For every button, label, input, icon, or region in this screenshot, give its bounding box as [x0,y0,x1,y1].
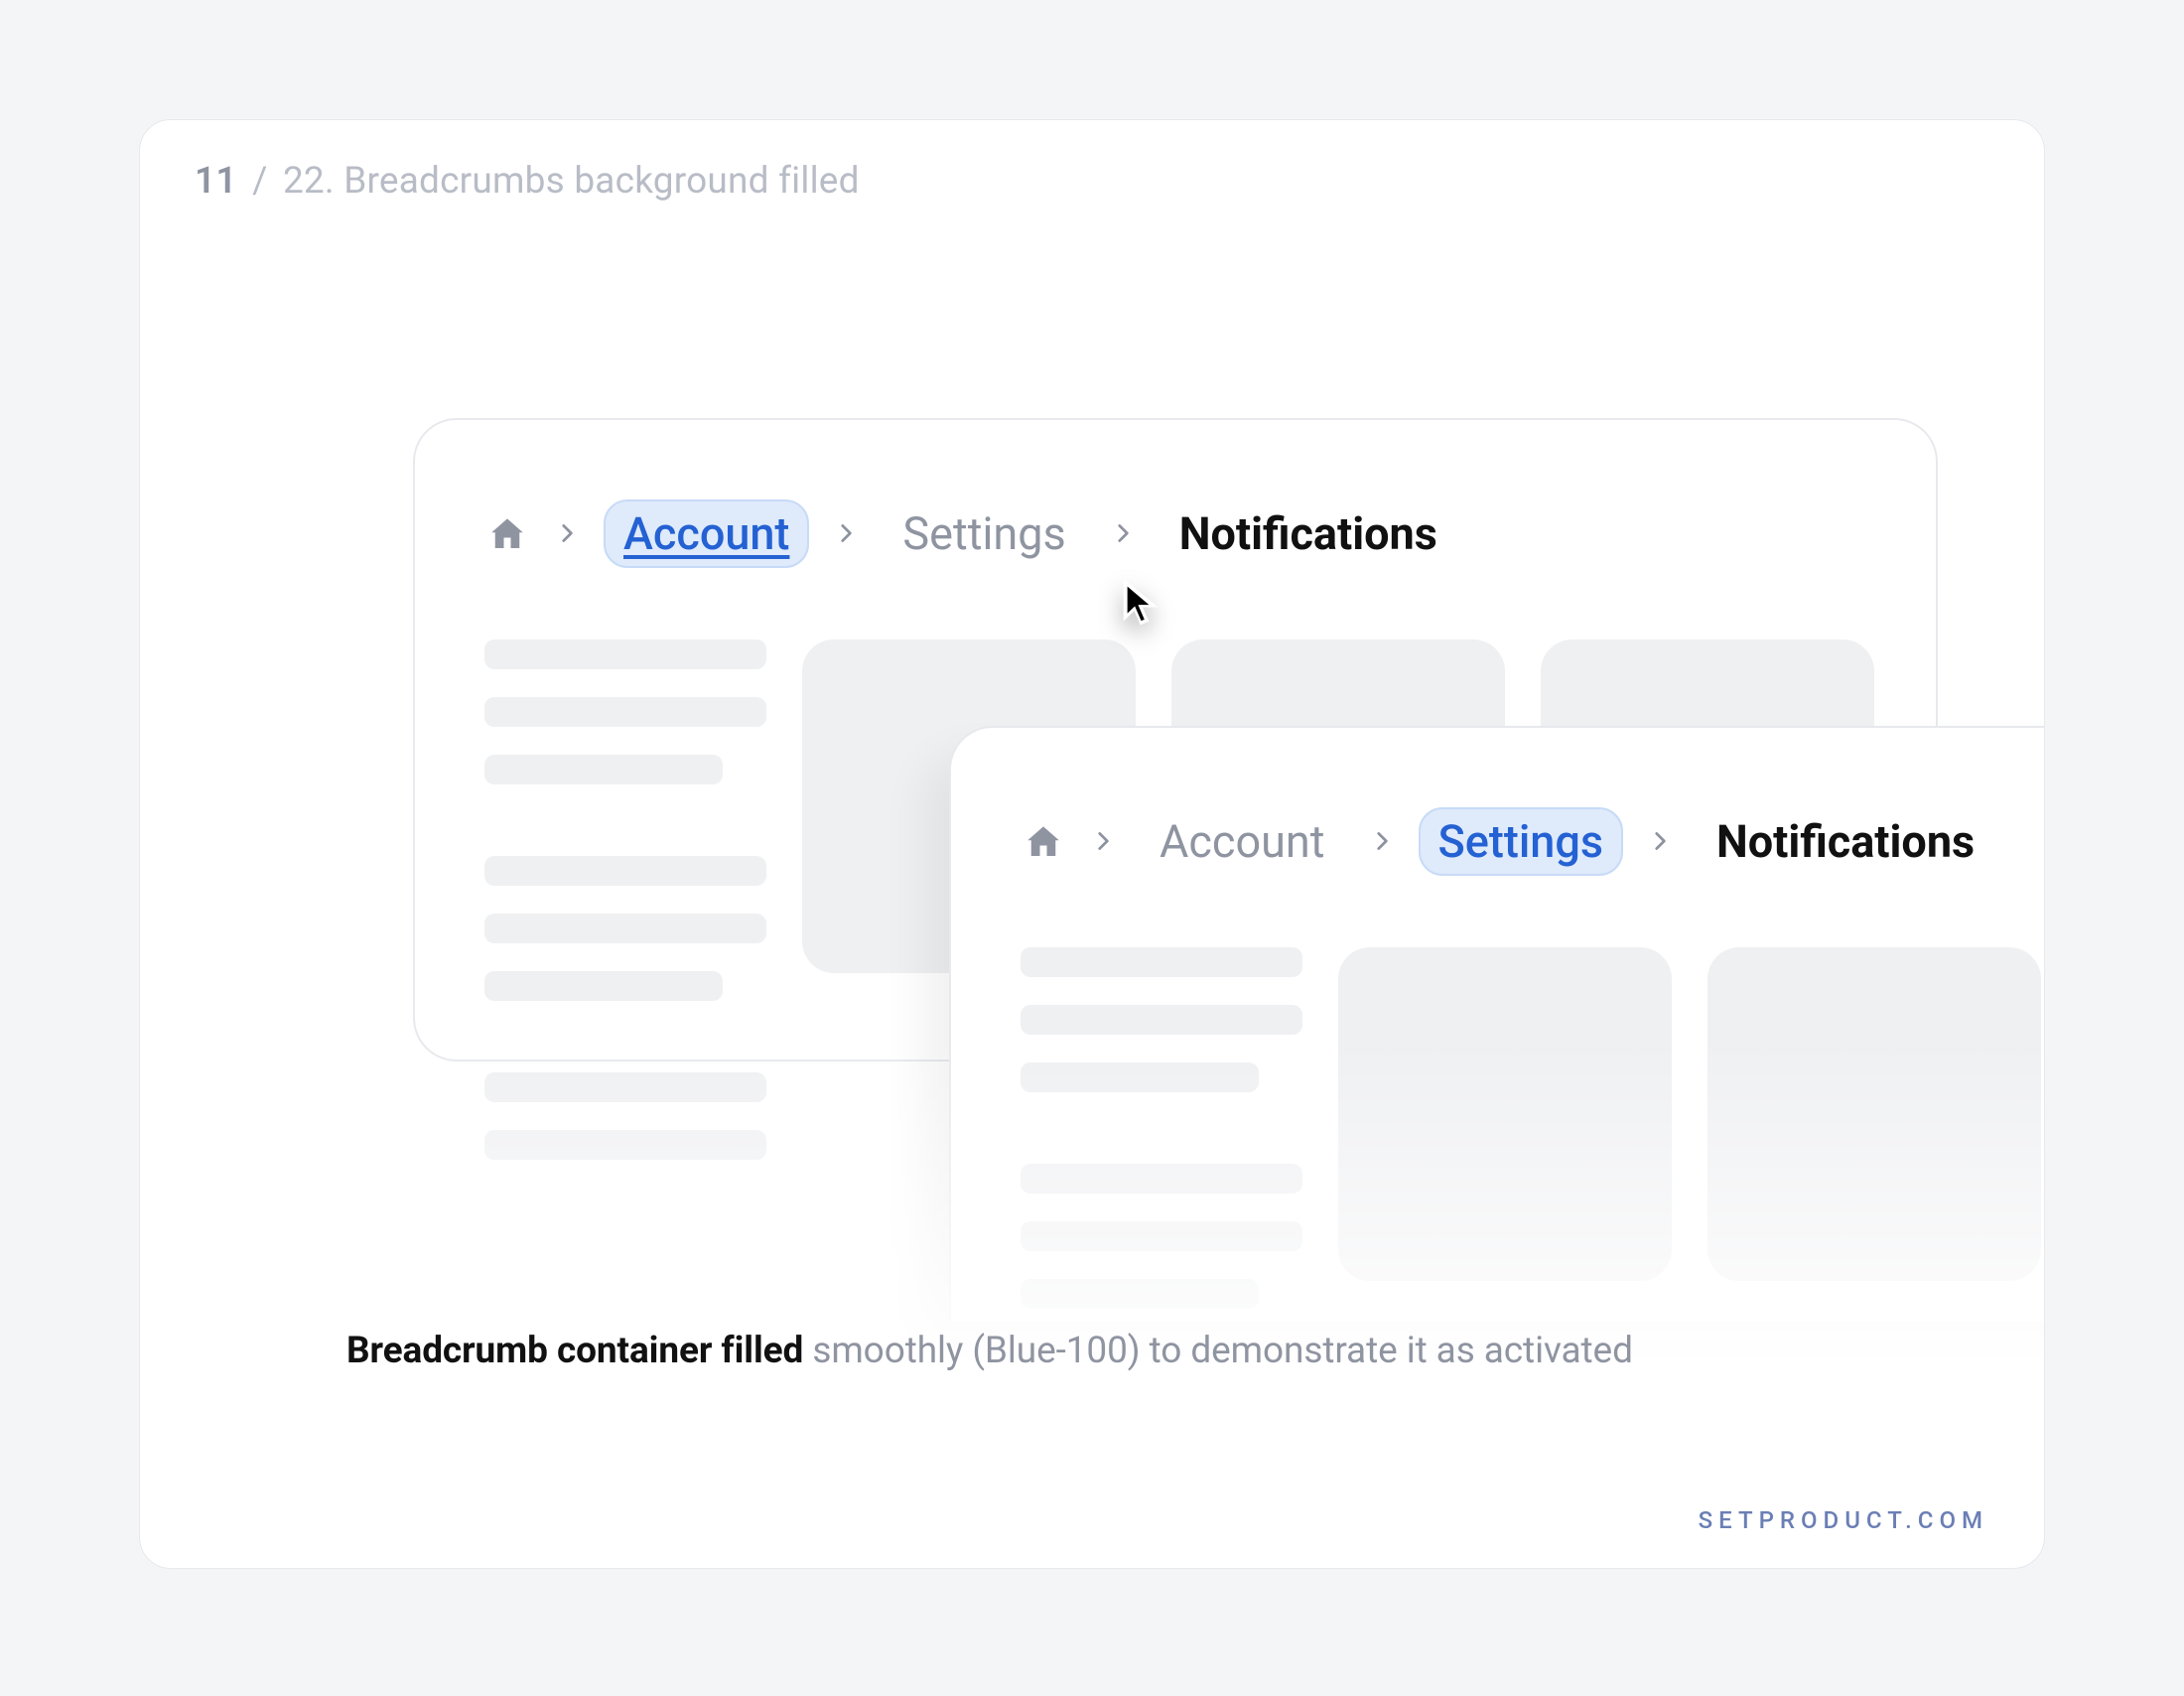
breadcrumb-notifications: Notifications [1697,807,1994,876]
skeleton-pill [484,971,723,1001]
slide-title: 11 / 22. Breadcrumbs background filled [195,160,860,204]
skeleton-pill [1021,1164,1302,1194]
skeleton-pill [1021,1279,1259,1309]
slide-index: 11 [195,160,237,203]
breadcrumb-settings[interactable]: Settings [1419,807,1624,876]
caption-strong: Breadcrumb container filled [346,1330,803,1372]
slide-slash: / [252,160,267,203]
chevron-right-icon [1645,823,1675,861]
skeleton-pill [484,914,766,943]
skeleton-pill [1021,1062,1259,1092]
skeleton-pill [1021,1380,1302,1410]
skeleton-pill [484,639,766,669]
breadcrumb: Account Settings Notifications [951,728,2045,876]
skeleton-card [1707,947,2041,1281]
breadcrumb-account[interactable]: Account [604,499,809,568]
breadcrumb-notifications: Notifications [1160,499,1457,568]
footer-link[interactable]: SETPRODUCT.COM [1699,1506,1988,1534]
chevron-right-icon [1367,823,1397,861]
slide-card: 11 / 22. Breadcrumbs background filled A… [139,119,2045,1569]
chevron-right-icon [831,515,861,553]
skeleton-pill [484,755,723,784]
skeleton-pill [1021,947,1302,977]
skeleton-pill [1021,1221,1302,1251]
caption: Breadcrumb container filled smoothly (Bl… [346,1330,1633,1372]
chevron-right-icon [1108,515,1138,553]
breadcrumb: Account Settings Notifications [415,420,1936,568]
home-icon[interactable] [1021,819,1066,865]
skeleton-card [1338,947,1672,1281]
skeleton-pill [484,856,766,886]
skeleton-pill [484,1130,766,1160]
demo-panel-front: Account Settings Notifications [949,726,2045,1322]
chevron-right-icon [1088,823,1118,861]
slide-total-title: 22. Breadcrumbs background filled [283,160,860,203]
skeleton-pill [484,1072,766,1102]
chevron-right-icon [552,515,582,553]
caption-dim: smoothly (Blue-100) to demonstrate it as… [803,1330,1633,1372]
skeleton-pill [484,697,766,727]
breadcrumb-settings[interactable]: Settings [883,499,1085,568]
breadcrumb-account[interactable]: Account [1140,807,1345,876]
home-icon[interactable] [484,511,530,557]
skeleton-pill [1021,1005,1302,1035]
